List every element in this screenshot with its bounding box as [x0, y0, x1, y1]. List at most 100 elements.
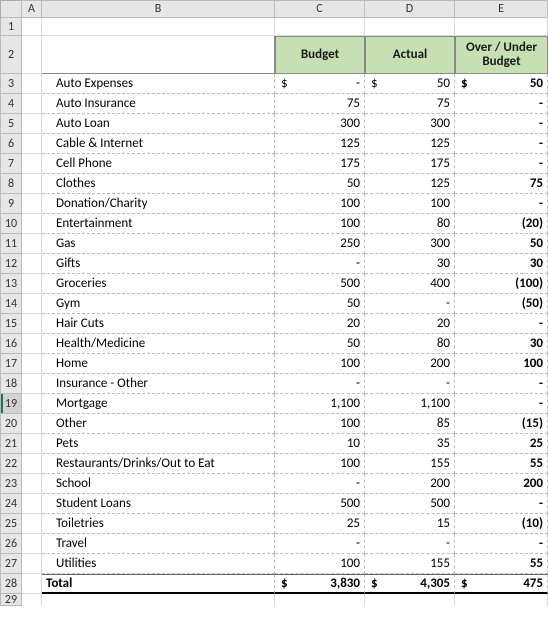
row-header[interactable]: 6	[0, 134, 22, 154]
row-header[interactable]: 16	[0, 334, 22, 354]
category-cell[interactable]: Other	[42, 414, 275, 434]
cell[interactable]	[22, 234, 42, 254]
cell[interactable]	[365, 594, 455, 606]
diff-cell[interactable]: 30	[455, 254, 548, 274]
cell[interactable]	[22, 94, 42, 114]
category-cell[interactable]: Toiletries	[42, 514, 275, 534]
actual-cell[interactable]: 155	[365, 554, 455, 574]
category-cell[interactable]: Auto Insurance	[42, 94, 275, 114]
cell[interactable]	[22, 74, 42, 94]
cell[interactable]	[22, 134, 42, 154]
category-cell[interactable]: Restaurants/Drinks/Out to Eat	[42, 454, 275, 474]
cell[interactable]	[22, 18, 42, 36]
cell[interactable]	[22, 434, 42, 454]
diff-cell[interactable]: (100)	[455, 274, 548, 294]
diff-cell[interactable]: 25	[455, 434, 548, 454]
row-header[interactable]: 8	[0, 174, 22, 194]
actual-cell[interactable]: 300	[365, 234, 455, 254]
header-budget[interactable]: Budget	[275, 36, 365, 74]
row-header[interactable]: 9	[0, 194, 22, 214]
cell[interactable]	[22, 494, 42, 514]
diff-cell[interactable]: 100	[455, 354, 548, 374]
total-actual[interactable]: $4,305	[365, 574, 455, 594]
row-header[interactable]: 5	[0, 114, 22, 134]
cell[interactable]	[365, 18, 455, 36]
category-cell[interactable]: Gym	[42, 294, 275, 314]
cell[interactable]	[22, 574, 42, 594]
row-header[interactable]: 3	[0, 74, 22, 94]
cell[interactable]	[22, 414, 42, 434]
select-all-corner[interactable]	[0, 0, 22, 18]
cell[interactable]	[42, 36, 275, 74]
category-cell[interactable]: Auto Expenses	[42, 74, 275, 94]
cell[interactable]	[275, 594, 365, 606]
row-header[interactable]: 17	[0, 354, 22, 374]
cell[interactable]	[275, 18, 365, 36]
diff-cell[interactable]: 55	[455, 454, 548, 474]
actual-cell[interactable]: -	[365, 534, 455, 554]
category-cell[interactable]: School	[42, 474, 275, 494]
row-header[interactable]: 22	[0, 454, 22, 474]
row-header[interactable]: 4	[0, 94, 22, 114]
actual-cell[interactable]: 80	[365, 214, 455, 234]
diff-cell[interactable]: 200	[455, 474, 548, 494]
col-header-B[interactable]: B	[42, 0, 275, 18]
row-header[interactable]: 21	[0, 434, 22, 454]
diff-cell[interactable]: -	[455, 94, 548, 114]
diff-cell[interactable]: -	[455, 394, 548, 414]
category-cell[interactable]: Groceries	[42, 274, 275, 294]
cell[interactable]	[22, 154, 42, 174]
actual-cell[interactable]: 30	[365, 254, 455, 274]
diff-cell[interactable]: -	[455, 134, 548, 154]
actual-cell[interactable]: 200	[365, 474, 455, 494]
cell[interactable]	[22, 374, 42, 394]
row-header[interactable]: 18	[0, 374, 22, 394]
row-header[interactable]: 15	[0, 314, 22, 334]
category-cell[interactable]: Insurance - Other	[42, 374, 275, 394]
cell[interactable]	[22, 114, 42, 134]
cell[interactable]	[22, 254, 42, 274]
budget-cell[interactable]: 125	[275, 134, 365, 154]
budget-cell[interactable]: 100	[275, 354, 365, 374]
budget-cell[interactable]: -	[275, 534, 365, 554]
cell[interactable]	[455, 18, 548, 36]
cell[interactable]	[42, 594, 275, 606]
row-header[interactable]: 28	[0, 574, 22, 594]
diff-cell[interactable]: -	[455, 314, 548, 334]
budget-cell[interactable]: 20	[275, 314, 365, 334]
row-header[interactable]: 10	[0, 214, 22, 234]
budget-cell[interactable]: 100	[275, 554, 365, 574]
row-header[interactable]: 29	[0, 594, 22, 606]
diff-cell[interactable]: -	[455, 494, 548, 514]
cell[interactable]	[22, 474, 42, 494]
actual-cell[interactable]: 300	[365, 114, 455, 134]
actual-cell[interactable]: 100	[365, 194, 455, 214]
total-label[interactable]: Total	[42, 574, 275, 594]
category-cell[interactable]: Mortgage	[42, 394, 275, 414]
row-header[interactable]: 13	[0, 274, 22, 294]
cell[interactable]	[22, 534, 42, 554]
cell[interactable]	[22, 36, 42, 74]
actual-cell[interactable]: 155	[365, 454, 455, 474]
diff-cell[interactable]: 75	[455, 174, 548, 194]
budget-cell[interactable]: 10	[275, 434, 365, 454]
header-overunder[interactable]: Over / Under Budget	[455, 36, 548, 74]
actual-cell[interactable]: 15	[365, 514, 455, 534]
row-header[interactable]: 7	[0, 154, 22, 174]
cell[interactable]	[22, 294, 42, 314]
row-header[interactable]: 20	[0, 414, 22, 434]
row-header[interactable]: 11	[0, 234, 22, 254]
total-budget[interactable]: $3,830	[275, 574, 365, 594]
budget-cell[interactable]: -	[275, 474, 365, 494]
category-cell[interactable]: Health/Medicine	[42, 334, 275, 354]
row-header[interactable]: 2	[0, 36, 22, 74]
actual-cell[interactable]: -	[365, 294, 455, 314]
category-cell[interactable]: Pets	[42, 434, 275, 454]
actual-cell[interactable]: 125	[365, 174, 455, 194]
budget-cell[interactable]: 25	[275, 514, 365, 534]
cell[interactable]	[42, 18, 275, 36]
category-cell[interactable]: Cable & Internet	[42, 134, 275, 154]
budget-cell[interactable]: 100	[275, 214, 365, 234]
cell[interactable]	[22, 214, 42, 234]
category-cell[interactable]: Travel	[42, 534, 275, 554]
